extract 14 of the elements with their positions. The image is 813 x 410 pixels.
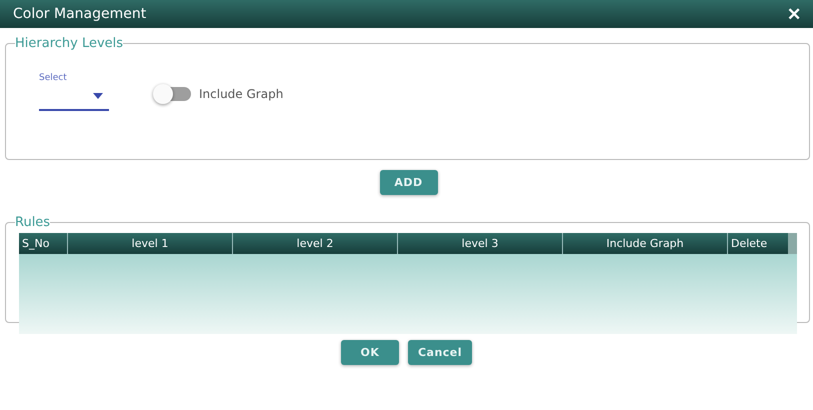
dropdown-caret-icon: [93, 93, 103, 99]
select-label: Select: [39, 73, 68, 83]
add-button[interactable]: ADD: [380, 170, 438, 195]
panel-legend: Hierarchy Levels: [15, 36, 124, 51]
panel-legend: Rules: [15, 215, 50, 230]
ok-button[interactable]: OK: [340, 340, 399, 365]
close-button[interactable]: ✕: [787, 4, 801, 24]
toggle-label: Include Graph: [199, 87, 284, 101]
column-header: Delete: [730, 236, 768, 252]
cancel-button[interactable]: Cancel: [408, 340, 472, 365]
scrollbar[interactable]: [788, 233, 797, 254]
toggle-switch[interactable]: [155, 87, 191, 101]
window-title: Color Management: [13, 6, 146, 22]
select-field[interactable]: Select: [39, 73, 109, 111]
